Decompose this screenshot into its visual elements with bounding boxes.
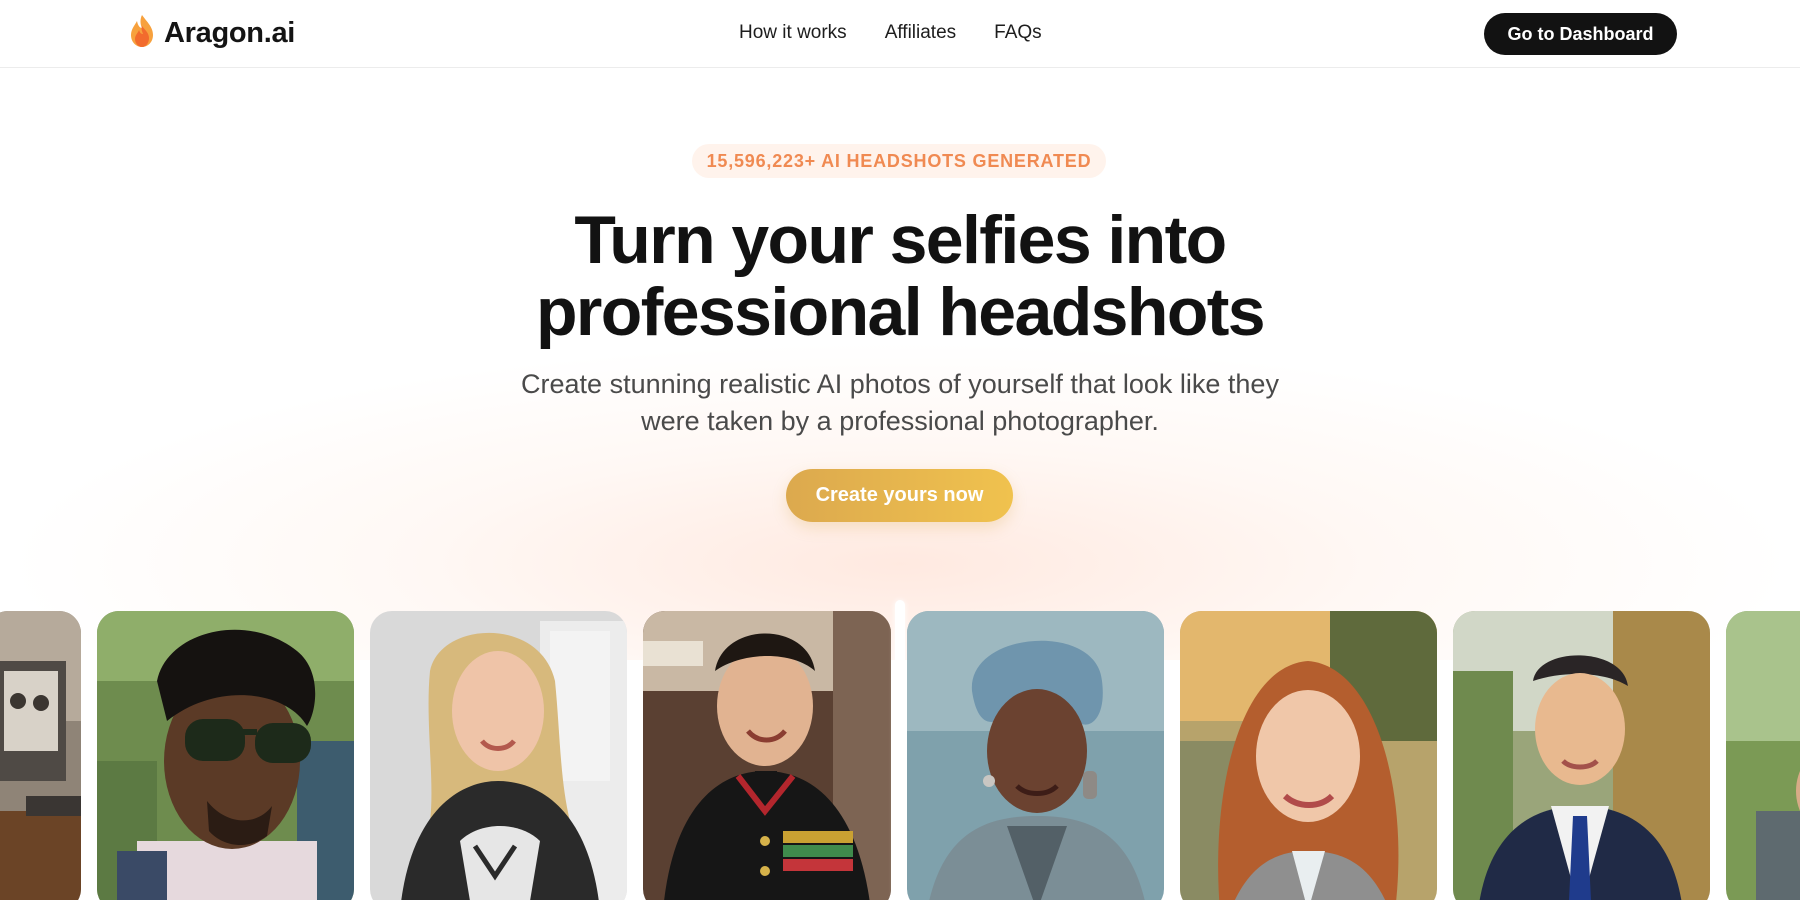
nav-link-affiliates[interactable]: Affiliates xyxy=(885,22,956,44)
nav-link-faqs[interactable]: FAQs xyxy=(994,22,1042,44)
top-navigation-bar: Aragon.ai How it works Affiliates FAQs G… xyxy=(0,0,1800,68)
nav-link-how-it-works[interactable]: How it works xyxy=(739,22,847,44)
flame-icon xyxy=(128,14,156,53)
hero-headline-line-1: Turn your selfies into xyxy=(574,202,1227,278)
gallery-photo-man-suit xyxy=(1453,611,1710,900)
hero-subtext: Create stunning realistic AI photos of y… xyxy=(450,366,1350,440)
hero-headline: Turn your selfies into professional head… xyxy=(400,204,1400,348)
gallery-photo-vintage xyxy=(0,611,81,900)
gallery-photo-blonde-woman xyxy=(370,611,627,900)
before-after-divider[interactable] xyxy=(895,600,905,900)
gallery-photo-man-sunglasses xyxy=(97,611,354,900)
primary-nav: How it works Affiliates FAQs xyxy=(739,22,1042,44)
brand-name: Aragon.ai xyxy=(164,16,296,49)
create-yours-now-button[interactable]: Create yours now xyxy=(786,469,1013,522)
hero-subtext-line-1: Create stunning realistic AI photos of y… xyxy=(521,369,1279,399)
gallery-photo-redhead-woman xyxy=(1180,611,1437,900)
gallery-photo-marine-uniform xyxy=(643,611,891,900)
go-to-dashboard-button[interactable]: Go to Dashboard xyxy=(1484,13,1677,55)
hero-headline-line-2: professional headshots xyxy=(535,274,1266,350)
hero-subtext-line-2: were taken by a professional photographe… xyxy=(641,406,1159,436)
headshots-count-badge: 15,596,223+ AI HEADSHOTS GENERATED xyxy=(692,144,1106,178)
brand-logo[interactable]: Aragon.ai xyxy=(128,12,295,54)
gallery-photo-partial xyxy=(1726,611,1800,900)
gallery-photo-woman-headwrap xyxy=(907,611,1164,900)
